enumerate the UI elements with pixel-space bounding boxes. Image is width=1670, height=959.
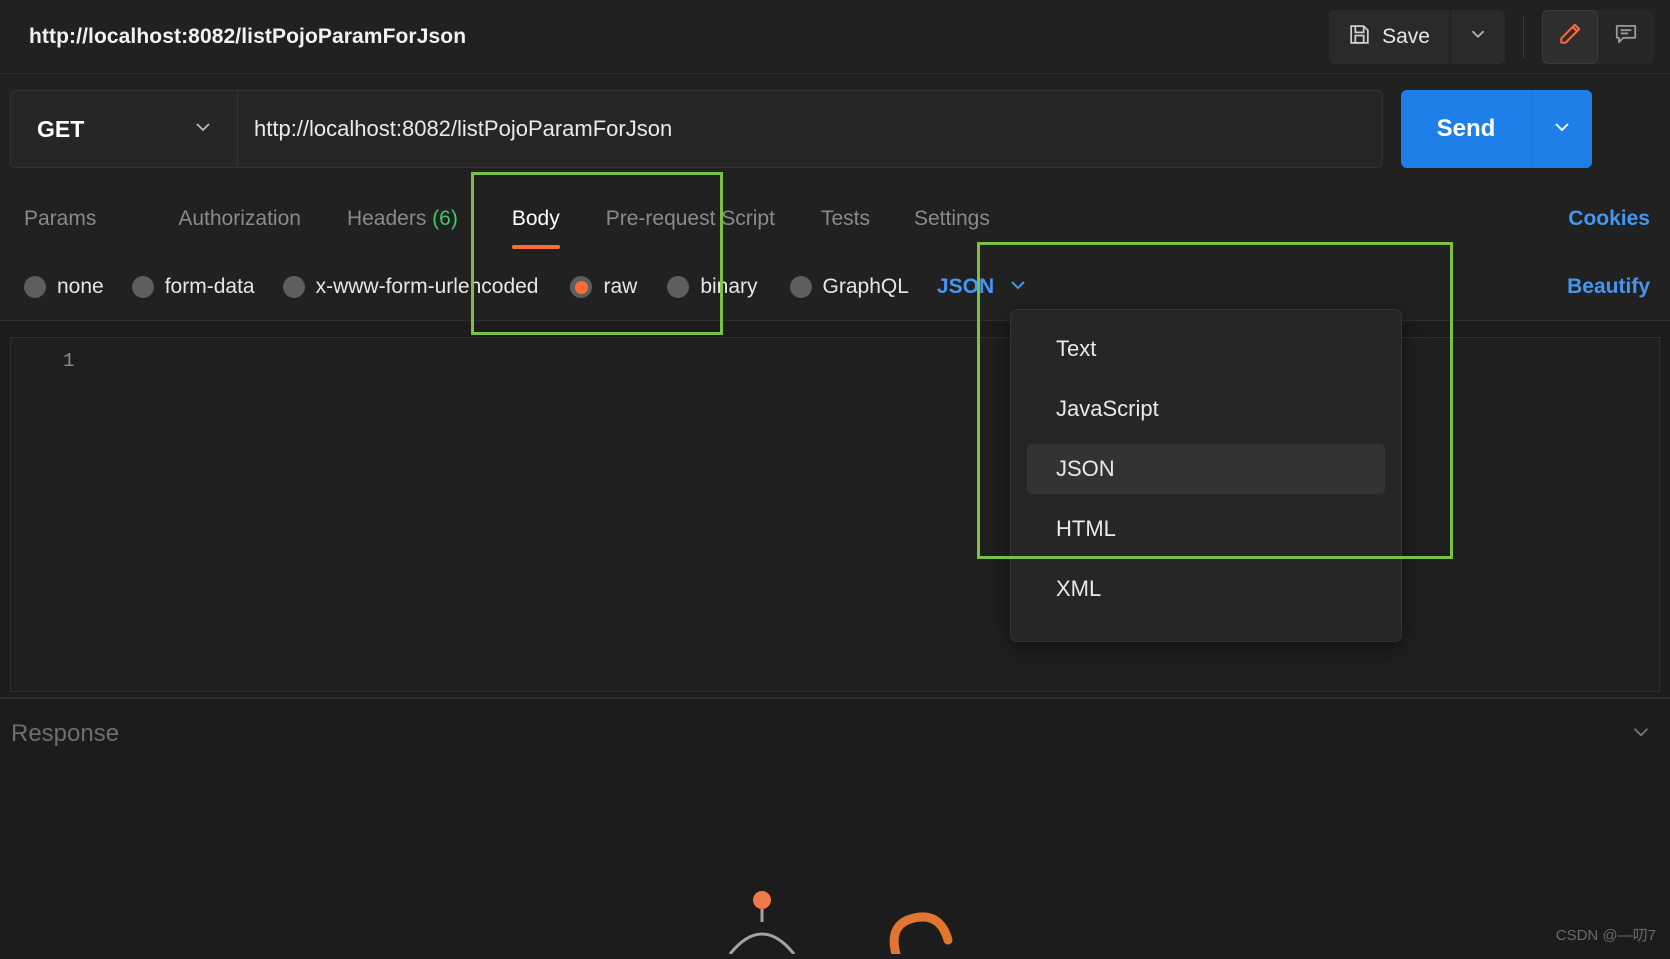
- body-type-none[interactable]: none: [24, 275, 104, 299]
- tab-settings[interactable]: Settings: [914, 207, 990, 231]
- body-type-binary[interactable]: binary: [667, 275, 758, 299]
- request-body-editor[interactable]: 1: [10, 337, 1660, 692]
- cookies-link[interactable]: Cookies: [1568, 207, 1650, 231]
- dropdown-option-json-label: JSON: [1056, 456, 1115, 481]
- tab-settings-label: Settings: [913, 207, 990, 230]
- tab-authorization[interactable]: Authorization: [178, 207, 301, 231]
- body-type-form-data-label: form-data: [164, 275, 255, 298]
- http-method-select[interactable]: GET: [10, 90, 237, 168]
- tab-pre-request-script-label: Pre-request Script: [605, 207, 775, 230]
- body-type-raw-label: raw: [603, 275, 638, 298]
- request-tabs: Params Authorization Headers (6) Body Pr…: [0, 184, 1670, 254]
- view-mode-group: [1542, 9, 1654, 64]
- http-method-value: GET: [37, 115, 85, 142]
- watermark: CSDN @—叨7: [1555, 927, 1656, 944]
- dropdown-option-json[interactable]: JSON: [1027, 444, 1385, 494]
- tab-body-label: Body: [511, 207, 560, 230]
- save-button[interactable]: Save: [1329, 9, 1450, 64]
- body-type-binary-label: binary: [700, 275, 758, 298]
- radio-icon: [24, 276, 46, 298]
- send-button-label: Send: [1436, 115, 1496, 142]
- radio-icon: [282, 276, 305, 298]
- tab-tests[interactable]: Tests: [821, 207, 870, 231]
- body-type-raw[interactable]: raw: [570, 275, 637, 299]
- tab-pre-request-script[interactable]: Pre-request Script: [606, 207, 775, 231]
- tab-params[interactable]: Params: [24, 207, 96, 231]
- dropdown-option-javascript-label: JavaScript: [1056, 396, 1159, 421]
- url-input[interactable]: http://localhost:8082/listPojoParamForJs…: [237, 90, 1383, 168]
- dropdown-option-html[interactable]: HTML: [1027, 504, 1385, 554]
- tab-body-active-underline: [511, 245, 560, 249]
- body-type-graphql-label: GraphQL: [822, 275, 909, 298]
- chevron-down-icon: [1628, 727, 1654, 749]
- top-bar: http://localhost:8082/listPojoParamForJs…: [0, 0, 1670, 74]
- tab-authorization-label: Authorization: [178, 207, 301, 230]
- body-type-graphql[interactable]: GraphQL: [789, 275, 909, 299]
- edit-mode-button[interactable]: [1542, 9, 1598, 64]
- editor-line-number: 1: [63, 350, 75, 372]
- body-type-form-data[interactable]: form-data: [131, 275, 255, 299]
- tab-tests-label: Tests: [820, 207, 870, 230]
- floppy-disk-icon: [1347, 22, 1372, 52]
- tab-params-label: Params: [24, 207, 97, 230]
- tab-headers-label: Headers: [346, 207, 427, 230]
- tab-headers-count: (6): [432, 207, 458, 230]
- chevron-down-icon: [1006, 273, 1030, 302]
- body-type-none-label: none: [57, 275, 104, 298]
- response-empty-area: [0, 769, 1670, 954]
- radio-icon: [667, 276, 690, 298]
- dropdown-option-text-label: Text: [1056, 336, 1097, 361]
- toolbar-divider: [1523, 15, 1524, 58]
- chevron-down-icon: [1550, 115, 1574, 144]
- response-label: Response: [11, 720, 120, 747]
- dropdown-option-javascript[interactable]: JavaScript: [1027, 384, 1385, 434]
- dropdown-option-xml-label: XML: [1056, 576, 1102, 601]
- save-options-button[interactable]: [1450, 9, 1505, 64]
- dropdown-option-html-label: HTML: [1056, 516, 1116, 541]
- raw-format-dropdown-menu: Text JavaScript JSON HTML XML: [1010, 309, 1402, 642]
- comments-button[interactable]: [1598, 10, 1654, 64]
- beautify-link[interactable]: Beautify: [1567, 275, 1650, 299]
- dropdown-option-xml[interactable]: XML: [1027, 564, 1385, 614]
- top-bar-actions: Save: [1329, 9, 1654, 64]
- send-button[interactable]: Send: [1401, 90, 1531, 168]
- raw-format-value: JSON: [936, 275, 995, 298]
- response-section-header: Response: [0, 699, 1670, 769]
- radio-icon: [131, 276, 154, 298]
- comment-icon: [1613, 21, 1639, 52]
- request-title: http://localhost:8082/listPojoParamForJs…: [29, 24, 467, 48]
- tab-headers[interactable]: Headers (6): [347, 207, 458, 231]
- editor-separator: [0, 320, 1670, 321]
- raw-format-select[interactable]: JSON: [937, 273, 1030, 302]
- body-type-row: none form-data x-www-form-urlencoded raw…: [0, 254, 1670, 320]
- chevron-down-icon: [191, 115, 215, 144]
- tab-body[interactable]: Body: [511, 207, 560, 249]
- body-type-x-www-form-urlencoded-label: x-www-form-urlencoded: [315, 275, 539, 298]
- chevron-down-icon: [1467, 23, 1489, 50]
- response-collapse-button[interactable]: [1628, 719, 1654, 750]
- radio-selected-icon: [570, 276, 593, 298]
- send-options-button[interactable]: [1531, 90, 1592, 168]
- body-type-x-www-form-urlencoded[interactable]: x-www-form-urlencoded: [282, 275, 539, 299]
- url-bar: GET http://localhost:8082/listPojoParamF…: [0, 74, 1670, 184]
- send-group: Send: [1401, 90, 1592, 168]
- save-button-label: Save: [1382, 24, 1430, 48]
- url-input-value: http://localhost:8082/listPojoParamForJs…: [254, 116, 673, 141]
- pencil-icon: [1557, 21, 1583, 52]
- dropdown-option-text[interactable]: Text: [1027, 324, 1385, 374]
- radio-icon: [789, 276, 812, 298]
